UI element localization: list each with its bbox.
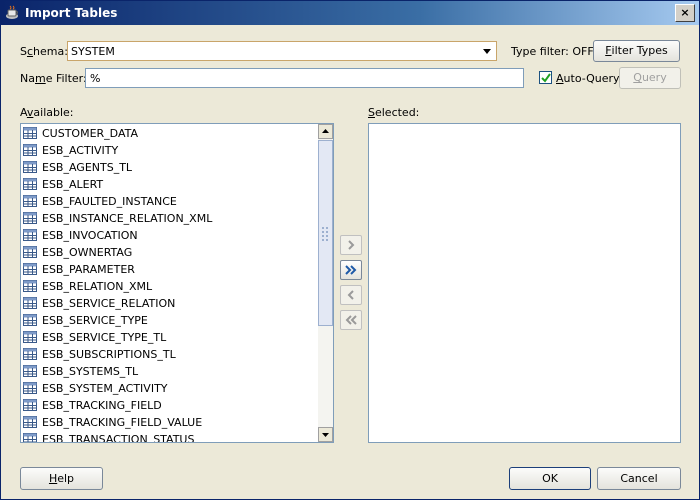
coffee-cup-icon (6, 5, 18, 19)
list-item-label: ESB_SUBSCRIPTIONS_TL (42, 348, 176, 361)
ok-button[interactable]: OK (509, 467, 591, 490)
list-item[interactable]: ESB_INVOCATION (23, 227, 313, 244)
table-icon (23, 297, 37, 309)
chevron-down-icon (483, 49, 491, 54)
list-item[interactable]: ESB_SERVICE_RELATION (23, 295, 313, 312)
scroll-down-button[interactable] (318, 427, 333, 442)
name-filter-label: Name Filter: (20, 72, 87, 85)
list-item-label: ESB_PARAMETER (42, 263, 135, 276)
table-icon (23, 348, 37, 360)
list-item-label: ESB_TRANSACTION_STATUS (42, 433, 195, 443)
scroll-up-button[interactable] (318, 124, 333, 139)
auto-query-label[interactable]: Auto-Query (556, 72, 620, 85)
table-icon (23, 382, 37, 394)
chevron-right-icon (348, 240, 355, 250)
triangle-up-icon (322, 129, 329, 133)
table-icon (23, 416, 37, 428)
table-icon (23, 229, 37, 241)
list-item-label: ESB_AGENTS_TL (42, 161, 133, 174)
list-item[interactable]: ESB_SYSTEMS_TL (23, 363, 313, 380)
list-item-label: ESB_SERVICE_TYPE (42, 314, 148, 327)
grip-icon (322, 227, 328, 241)
list-item-label: ESB_FAULTED_INSTANCE (42, 195, 177, 208)
list-item[interactable]: ESB_AGENTS_TL (23, 159, 313, 176)
schema-label: Schema: (20, 45, 68, 58)
list-item[interactable]: ESB_OWNERTAG (23, 244, 313, 261)
list-item[interactable]: ESB_INSTANCE_RELATION_XML (23, 210, 313, 227)
list-item-label: ESB_TRACKING_FIELD (42, 399, 162, 412)
move-left-button[interactable] (340, 285, 362, 305)
table-icon (23, 195, 37, 207)
move-all-left-button[interactable] (340, 310, 362, 330)
list-item-label: ESB_SERVICE_TYPE_TL (42, 331, 167, 344)
list-item-label: ESB_TRACKING_FIELD_VALUE (42, 416, 203, 429)
available-label: Available: (20, 106, 74, 119)
close-icon: × (680, 6, 690, 19)
list-item[interactable]: ESB_FAULTED_INSTANCE (23, 193, 313, 210)
list-item-label: ESB_SYSTEM_ACTIVITY (42, 382, 168, 395)
list-item[interactable]: ESB_SYSTEM_ACTIVITY (23, 380, 313, 397)
table-icon (23, 280, 37, 292)
schema-select[interactable]: SYSTEM (67, 41, 497, 61)
list-item[interactable]: ESB_TRANSACTION_STATUS (23, 431, 313, 443)
double-chevron-right-icon (345, 265, 357, 275)
move-right-button[interactable] (340, 235, 362, 255)
import-tables-dialog: Import Tables × Schema: SYSTEM Type filt… (0, 0, 700, 500)
table-icon (23, 263, 37, 275)
table-icon (23, 212, 37, 224)
table-icon (23, 161, 37, 173)
list-item[interactable]: ESB_ALERT (23, 176, 313, 193)
type-filter-status: Type filter: OFF (511, 45, 594, 58)
help-button[interactable]: Help (20, 467, 103, 490)
table-icon (23, 399, 37, 411)
window-title: Import Tables (25, 6, 118, 20)
table-icon (23, 178, 37, 190)
name-filter-input[interactable]: % (85, 68, 524, 88)
table-icon (23, 246, 37, 258)
query-button[interactable]: Query (619, 67, 681, 89)
name-filter-value: % (90, 72, 101, 85)
available-scrollbar[interactable] (318, 124, 333, 442)
selected-label: Selected: (368, 106, 420, 119)
list-item[interactable]: ESB_ACTIVITY (23, 142, 313, 159)
table-icon (23, 144, 37, 156)
table-icon (23, 314, 37, 326)
chevron-left-icon (347, 290, 354, 300)
table-icon (23, 127, 37, 139)
list-item-label: ESB_SYSTEMS_TL (42, 365, 139, 378)
table-icon (23, 433, 37, 442)
list-item[interactable]: ESB_TRACKING_FIELD (23, 397, 313, 414)
list-item[interactable]: ESB_RELATION_XML (23, 278, 313, 295)
schema-value: SYSTEM (71, 45, 115, 58)
list-item[interactable]: ESB_PARAMETER (23, 261, 313, 278)
list-item-label: ESB_SERVICE_RELATION (42, 297, 176, 310)
list-item[interactable]: ESB_SUBSCRIPTIONS_TL (23, 346, 313, 363)
selected-list[interactable] (368, 123, 681, 443)
auto-query-checkbox[interactable] (539, 71, 552, 84)
checkmark-icon (541, 73, 551, 83)
list-item-label: ESB_RELATION_XML (42, 280, 153, 293)
list-item-label: ESB_OWNERTAG (42, 246, 133, 259)
table-icon (23, 365, 37, 377)
list-item[interactable]: ESB_SERVICE_TYPE (23, 312, 313, 329)
filter-types-button[interactable]: Filter Types (593, 40, 680, 62)
list-item[interactable]: ESB_TRACKING_FIELD_VALUE (23, 414, 313, 431)
cancel-button[interactable]: Cancel (597, 467, 681, 490)
available-list[interactable]: CUSTOMER_DATA ESB_ACTIVITY ESB_AGENTS_TL ES… (20, 123, 334, 443)
list-item-label: ESB_ALERT (42, 178, 104, 191)
triangle-down-icon (322, 433, 329, 437)
list-item-label: CUSTOMER_DATA (42, 127, 139, 140)
double-chevron-left-icon (345, 315, 357, 325)
move-all-right-button[interactable] (340, 260, 362, 280)
close-button[interactable]: × (675, 4, 695, 22)
list-item-label: ESB_INVOCATION (42, 229, 138, 242)
table-icon (23, 331, 37, 343)
list-item-label: ESB_ACTIVITY (42, 144, 119, 157)
scroll-thumb[interactable] (318, 140, 333, 326)
list-item-label: ESB_INSTANCE_RELATION_XML (42, 212, 213, 225)
list-item[interactable]: CUSTOMER_DATA (23, 125, 313, 142)
title-bar[interactable]: Import Tables × (1, 1, 699, 25)
list-item[interactable]: ESB_SERVICE_TYPE_TL (23, 329, 313, 346)
